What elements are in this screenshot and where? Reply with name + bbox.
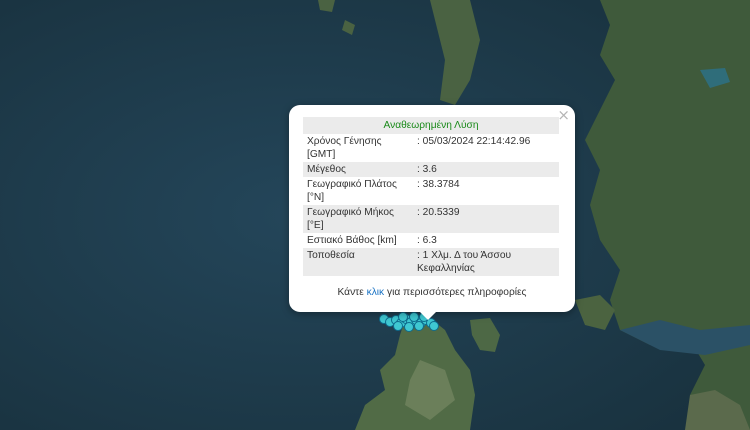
info-row-magnitude: Μέγεθος: 3.6 — [303, 162, 559, 177]
info-row-time: Χρόνος Γένησης [GMT] : 05/03/2024 22:14:4… — [303, 134, 559, 162]
close-icon[interactable]: × — [557, 107, 570, 123]
time-label: Χρόνος Γένησης [GMT] — [307, 136, 382, 160]
info-row-location: Τοποθεσία: 1 Χλμ. Δ του Άσσου Κεφαλληνία… — [303, 248, 559, 276]
earthquake-marker[interactable] — [398, 312, 408, 322]
earthquake-marker[interactable] — [414, 321, 424, 331]
info-row-longitude: Γεωγραφικό Μήκος [°E]: 20.5339 — [303, 205, 559, 233]
popup-footer: Κάντε κλικ για περισσότερες πληροφορίες — [289, 287, 575, 298]
longitude-label: Γεωγραφικό Μήκος [°E] — [303, 205, 413, 233]
magnitude-label: Μέγεθος — [303, 162, 413, 177]
earthquake-marker[interactable] — [409, 312, 419, 322]
popup-tip — [420, 312, 436, 320]
latitude-label: Γεωγραφικό Πλάτος [°N] — [307, 179, 397, 203]
more-info-link[interactable]: κλικ — [367, 287, 385, 298]
location-value: : 1 Χλμ. Δ του Άσσου Κεφαλληνίας — [413, 248, 559, 276]
magnitude-value: : 3.6 — [413, 162, 559, 177]
popup-title: Αναθεωρημένη Λύση — [303, 117, 559, 134]
earthquake-popup: × Αναθεωρημένη Λύση Χρόνος Γένησης [GMT]… — [289, 105, 575, 320]
longitude-value: : 20.5339 — [413, 205, 559, 233]
earthquake-marker[interactable] — [404, 322, 414, 332]
quake-info-table: Αναθεωρημένη Λύση Χρόνος Γένησης [GMT] : … — [303, 117, 559, 276]
depth-label: Εστιακό Βάθος [km] — [307, 235, 397, 246]
earthquake-marker[interactable] — [393, 321, 403, 331]
time-value: : 05/03/2024 22:14:42.96 — [417, 136, 531, 147]
footer-text-before: Κάντε — [337, 287, 364, 298]
latitude-value: : 38.3784 — [417, 179, 460, 190]
depth-value: : 6.3 — [417, 235, 437, 246]
footer-text-after: για περισσότερες πληροφορίες — [386, 287, 527, 298]
location-label: Τοποθεσία — [303, 248, 413, 276]
info-row-depth: Εστιακό Βάθος [km] : 6.3 — [303, 233, 559, 248]
info-row-latitude: Γεωγραφικό Πλάτος [°N] : 38.3784 — [303, 177, 559, 205]
earthquake-marker[interactable] — [429, 321, 439, 331]
